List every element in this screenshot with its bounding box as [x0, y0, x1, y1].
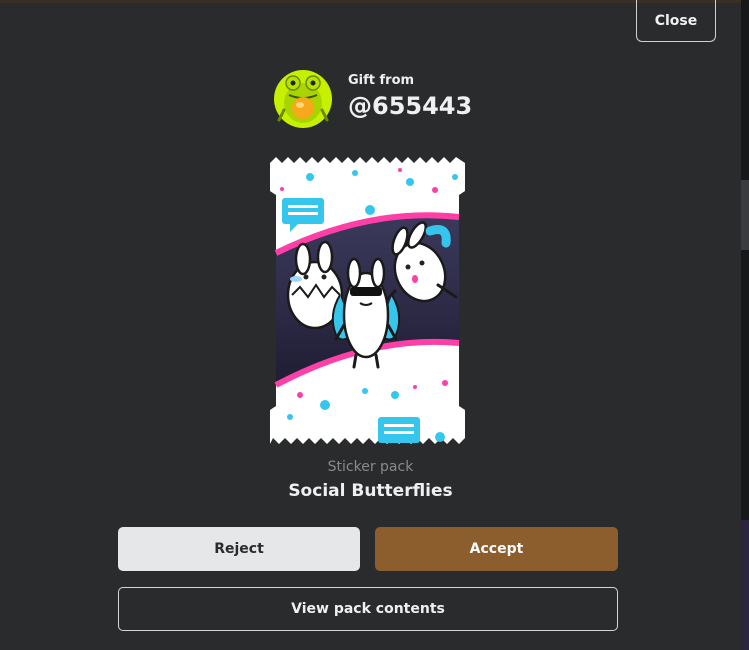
accept-button[interactable]: Accept: [375, 527, 618, 571]
close-button[interactable]: Close: [636, 0, 716, 42]
frog-avatar-icon: [274, 70, 332, 128]
top-edge: [0, 0, 741, 3]
gift-from-label: Gift from: [348, 73, 415, 88]
sticker-pack-image: [270, 155, 465, 444]
pack-name: Social Butterflies: [288, 481, 453, 501]
sender-username: @655443: [348, 92, 473, 120]
view-pack-contents-button[interactable]: View pack contents: [118, 587, 618, 631]
background-edge: [741, 0, 749, 650]
reject-button[interactable]: Reject: [118, 527, 360, 571]
background-fragment: [741, 520, 749, 650]
background-fragment: [741, 180, 749, 250]
pack-type-label: Sticker pack: [327, 459, 414, 475]
gift-dialog: Close Gift from @655443 Sticker pack Soc…: [0, 0, 741, 650]
